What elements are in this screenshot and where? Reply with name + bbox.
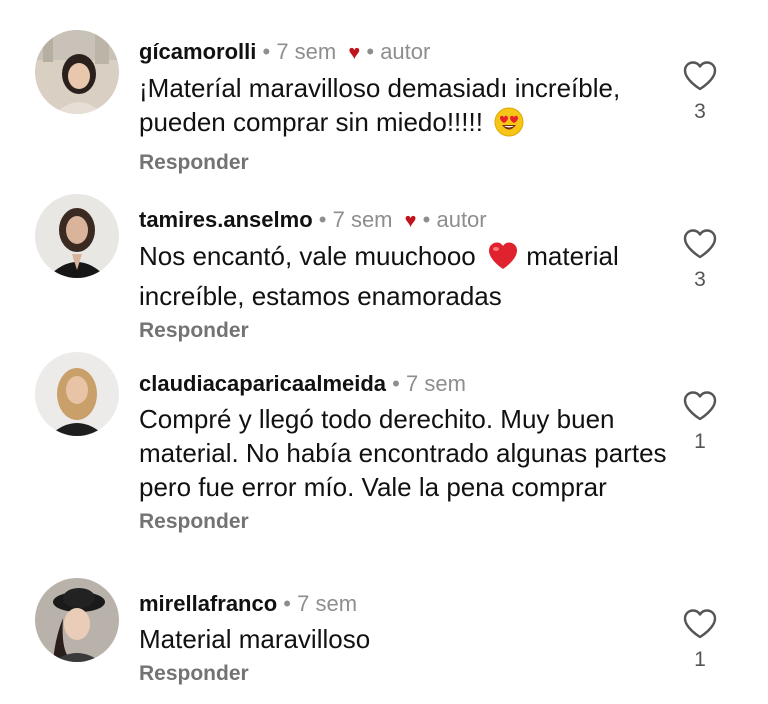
timestamp[interactable]: 7 sem	[406, 371, 466, 396]
author-liked-heart-icon: ♥	[404, 210, 417, 232]
reply-button[interactable]: Responder	[139, 151, 669, 175]
red-heart-emoji-icon	[487, 241, 519, 279]
username[interactable]: tamires.anselmo	[139, 207, 313, 232]
like-column: 3	[682, 228, 718, 292]
avatar[interactable]	[35, 352, 119, 436]
timestamp[interactable]: 7 sem	[297, 591, 357, 616]
like-heart-icon[interactable]	[682, 390, 718, 422]
comment-body: gícamorolli • 7 sem ♥ • autor ¡Materíal …	[139, 38, 669, 175]
separator: •	[392, 371, 400, 396]
author-badge: autor	[380, 39, 431, 64]
like-count: 3	[694, 100, 706, 123]
comment-text-content: ¡Materíal maravilloso demasiadı increíbl…	[139, 73, 621, 137]
like-column: 3	[682, 60, 718, 124]
avatar[interactable]	[35, 578, 119, 662]
like-heart-icon[interactable]	[682, 60, 718, 92]
comment-body: mirellafranco • 7 sem Material maravillo…	[139, 590, 669, 686]
like-count: 3	[694, 268, 706, 291]
avatar-photo	[35, 578, 119, 662]
separator: •	[318, 207, 327, 232]
comment-text: ¡Materíal maravilloso demasiadı increíbl…	[139, 71, 669, 145]
avatar-photo	[35, 30, 119, 114]
comment-text: Compré y llegó todo derechito. Muy buen …	[139, 404, 667, 502]
reply-button[interactable]: Responder	[139, 662, 669, 686]
comment-meta: tamires.anselmo • 7 sem ♥ • autor	[139, 206, 669, 235]
timestamp[interactable]: 7 sem	[276, 39, 336, 64]
separator: •	[262, 39, 271, 64]
reply-button[interactable]: Responder	[139, 319, 669, 343]
separator: •	[283, 591, 291, 616]
like-count: 1	[694, 430, 706, 453]
comment-meta: claudiacaparicaalmeida • 7 sem	[139, 370, 669, 398]
heart-eyes-emoji-icon	[494, 107, 524, 145]
like-heart-icon[interactable]	[682, 608, 718, 640]
comment-text: Material maravilloso	[139, 624, 371, 654]
avatar[interactable]	[35, 194, 119, 278]
author-badge: autor	[436, 207, 487, 232]
like-heart-icon[interactable]	[682, 228, 718, 260]
like-column: 1	[682, 390, 718, 454]
timestamp[interactable]: 7 sem	[333, 207, 393, 232]
comment-body: claudiacaparicaalmeida • 7 sem Compré y …	[139, 370, 669, 534]
comment-text: Nos encantó, vale muuchooo material incr…	[139, 239, 669, 313]
avatar[interactable]	[35, 30, 119, 114]
like-column: 1	[682, 608, 718, 672]
comment-meta: mirellafranco • 7 sem	[139, 590, 669, 618]
like-count: 1	[694, 648, 706, 671]
username[interactable]: mirellafranco	[139, 591, 277, 616]
comment-body: tamires.anselmo • 7 sem ♥ • autor Nos en…	[139, 206, 669, 343]
username[interactable]: gícamorolli	[139, 39, 256, 64]
comments-list: gícamorolli • 7 sem ♥ • autor ¡Materíal …	[0, 0, 768, 704]
author-liked-heart-icon: ♥	[348, 42, 361, 64]
separator: •	[422, 207, 431, 232]
avatar-photo	[35, 194, 119, 278]
separator: •	[366, 39, 375, 64]
reply-button[interactable]: Responder	[139, 510, 669, 534]
username[interactable]: claudiacaparicaalmeida	[139, 371, 386, 396]
comment-text-content: Nos encantó, vale muuchooo	[139, 241, 476, 271]
avatar-photo	[35, 352, 119, 436]
comment-meta: gícamorolli • 7 sem ♥ • autor	[139, 38, 669, 67]
